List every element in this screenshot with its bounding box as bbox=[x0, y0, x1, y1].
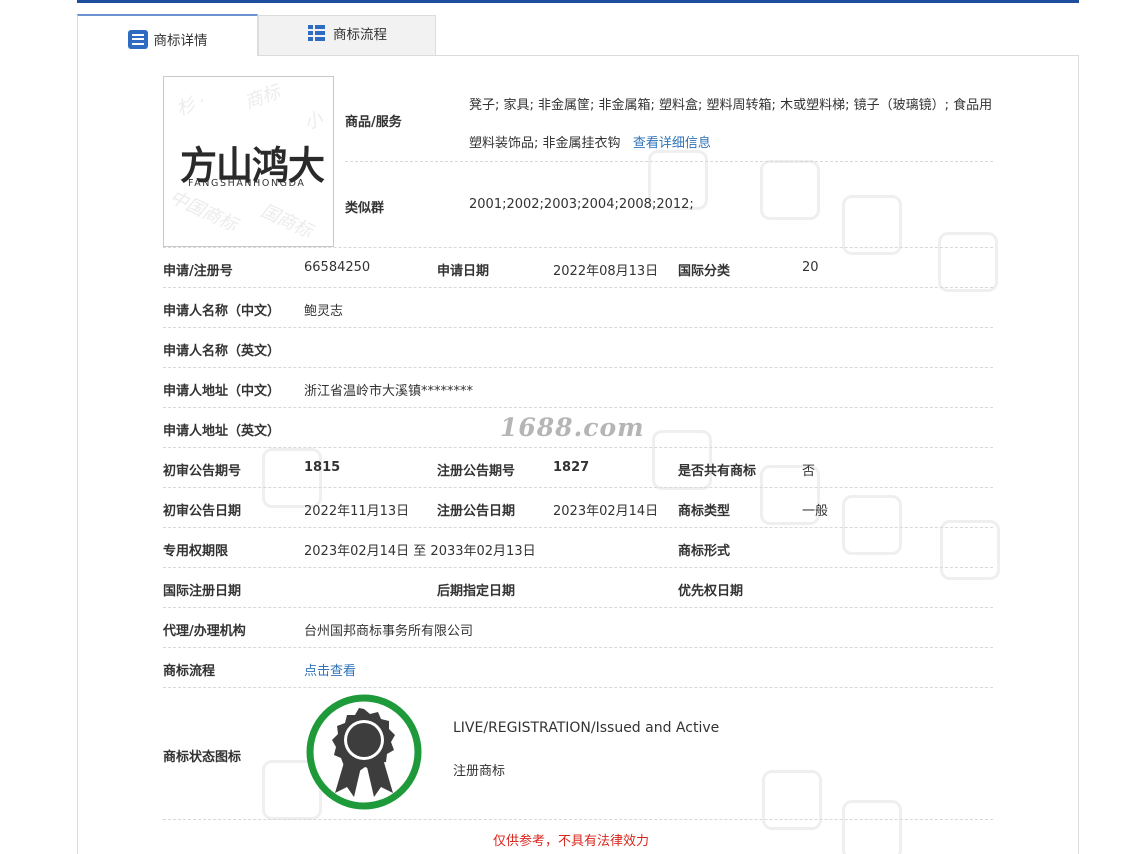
divider bbox=[163, 367, 993, 368]
divider bbox=[345, 161, 993, 162]
type-value: 一般 bbox=[802, 504, 829, 519]
status-en-text: LIVE/REGISTRATION/Issued and Active bbox=[453, 720, 720, 736]
tab-bar: 商标详情 商标流程 bbox=[77, 14, 1079, 56]
applicant-cn-value: 鲍灵志 bbox=[304, 304, 344, 319]
priority-date-label: 优先权日期 bbox=[678, 584, 744, 599]
reg-ann-no-label: 注册公告期号 bbox=[437, 464, 516, 479]
site-watermark: 1688.com bbox=[500, 413, 645, 442]
list-icon bbox=[127, 29, 148, 49]
address-en-label: 申请人地址（英文） bbox=[163, 424, 281, 439]
shared-label: 是否共有商标 bbox=[678, 464, 757, 479]
divider bbox=[163, 487, 993, 488]
period-label: 专用权期限 bbox=[163, 544, 229, 559]
registered-badge-icon bbox=[306, 694, 422, 810]
prelim-date-label: 初审公告日期 bbox=[163, 504, 242, 519]
applicant-en-label: 申请人名称（英文） bbox=[163, 344, 281, 359]
form-label: 商标形式 bbox=[678, 544, 731, 559]
divider bbox=[163, 527, 993, 528]
reg-ann-no-value: 1827 bbox=[553, 460, 590, 475]
goods-label: 商品/服务 bbox=[345, 115, 402, 130]
trademark-logo: 杉 · 商标 小 中国商标 国商标 方山鸿大 FANGSHANHONGDA bbox=[163, 76, 334, 247]
status-cn-text: 注册商标 bbox=[453, 764, 506, 779]
divider bbox=[163, 247, 993, 248]
later-date-label: 后期指定日期 bbox=[437, 584, 516, 599]
applicant-cn-label: 申请人名称（中文） bbox=[163, 304, 281, 319]
logo-english-text: FANGSHANHONGDA bbox=[188, 178, 306, 189]
divider bbox=[163, 819, 993, 820]
table-list-icon bbox=[307, 23, 327, 42]
apply-date-label: 申请日期 bbox=[437, 264, 490, 279]
reg-no-value: 66584250 bbox=[304, 260, 371, 275]
apply-date-value: 2022年08月13日 bbox=[553, 264, 659, 279]
address-cn-label: 申请人地址（中文） bbox=[163, 384, 281, 399]
intl-class-value: 20 bbox=[802, 260, 819, 275]
prelim-no-label: 初审公告期号 bbox=[163, 464, 242, 479]
tab-label: 商标流程 bbox=[333, 26, 387, 43]
intl-reg-date-label: 国际注册日期 bbox=[163, 584, 242, 599]
tab-trademark-process[interactable]: 商标流程 bbox=[258, 15, 436, 55]
tab-trademark-details[interactable]: 商标详情 bbox=[77, 14, 258, 56]
process-label: 商标流程 bbox=[163, 664, 216, 679]
similar-group-value: 2001;2002;2003;2004;2008;2012; bbox=[469, 197, 694, 212]
divider bbox=[163, 327, 993, 328]
status-icon-label: 商标状态图标 bbox=[163, 750, 242, 765]
agent-label: 代理/办理机构 bbox=[163, 624, 246, 639]
disclaimer-text: 仅供参考，不具有法律效力 bbox=[493, 834, 650, 849]
prelim-no-value: 1815 bbox=[304, 460, 341, 475]
divider bbox=[163, 407, 993, 408]
address-cn-value: 浙江省温岭市大溪镇******** bbox=[304, 384, 474, 399]
intl-class-label: 国际分类 bbox=[678, 264, 731, 279]
type-label: 商标类型 bbox=[678, 504, 731, 519]
divider bbox=[163, 687, 993, 688]
view-details-link[interactable]: 查看详细信息 bbox=[633, 136, 711, 151]
reg-no-label: 申请/注册号 bbox=[163, 264, 233, 279]
period-value: 2023年02月14日 至 2033年02月13日 bbox=[304, 544, 536, 559]
tab-label: 商标详情 bbox=[153, 33, 208, 49]
goods-list: 凳子; 家具; 非金属筐; 非金属箱; 塑料盒; 塑料周转箱; 木或塑料梯; 镜… bbox=[469, 87, 995, 163]
shared-value: 否 bbox=[802, 464, 816, 479]
similar-group-label: 类似群 bbox=[345, 201, 385, 216]
divider bbox=[163, 447, 993, 448]
top-accent-bar bbox=[77, 0, 1079, 3]
divider bbox=[163, 647, 993, 648]
divider bbox=[163, 287, 993, 288]
reg-ann-date-value: 2023年02月14日 bbox=[553, 504, 659, 519]
reg-ann-date-label: 注册公告日期 bbox=[437, 504, 516, 519]
goods-text: 凳子; 家具; 非金属筐; 非金属箱; 塑料盒; 塑料周转箱; 木或塑料梯; 镜… bbox=[469, 98, 993, 151]
divider bbox=[163, 607, 993, 608]
prelim-date-value: 2022年11月13日 bbox=[304, 504, 410, 519]
divider bbox=[163, 567, 993, 568]
process-link[interactable]: 点击查看 bbox=[304, 660, 356, 679]
agent-value: 台州国邦商标事务所有限公司 bbox=[304, 624, 474, 639]
